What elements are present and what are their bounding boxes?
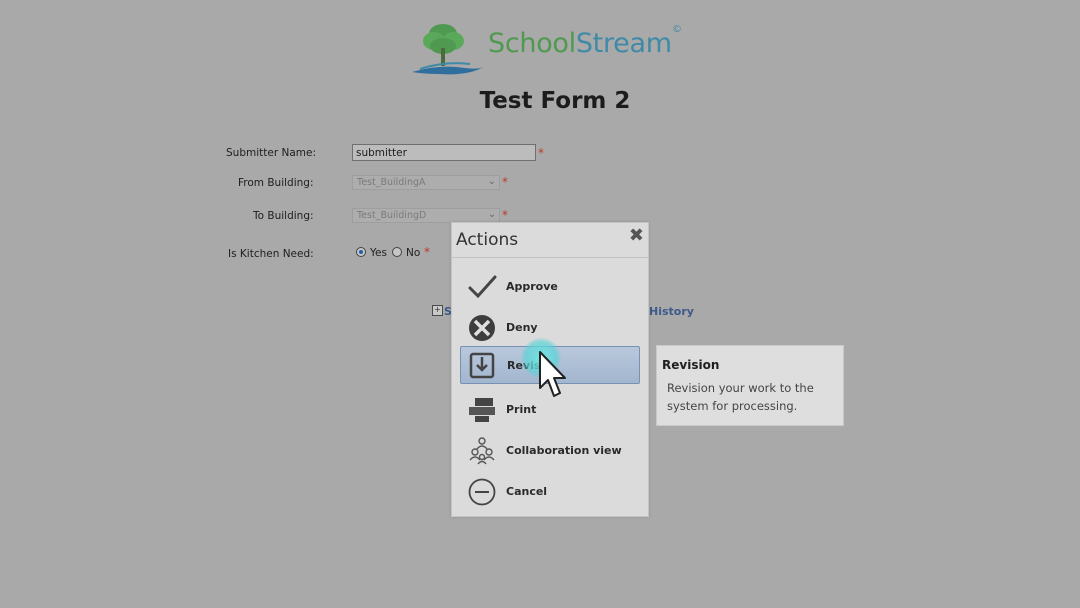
actions-dialog-header: Actions ✖ [452, 223, 648, 258]
brand-stream: Stream [575, 28, 672, 59]
mouse-cursor-icon [539, 351, 566, 397]
revision-tooltip: Revision Revision your work to the syste… [656, 345, 844, 426]
action-collaboration-view[interactable]: Collaboration view [460, 432, 640, 470]
chevron-down-icon: ⌄ [487, 209, 496, 220]
action-approve[interactable]: Approve [460, 268, 640, 306]
to-building-label: To Building: [253, 210, 314, 222]
required-marker: * [538, 146, 544, 160]
history-link[interactable]: History [649, 305, 694, 318]
cancel-circle-icon [468, 478, 496, 506]
brand-name: SchoolStream © [488, 24, 682, 59]
action-cancel[interactable]: Cancel [460, 473, 640, 511]
kitchen-need-label: Is Kitchen Need: [228, 248, 314, 260]
chevron-down-icon: ⌄ [487, 176, 496, 187]
actions-dialog-title: Actions [456, 230, 519, 250]
tree-logo-icon [412, 24, 485, 75]
close-icon[interactable]: ✖ [629, 225, 644, 246]
action-print-label: Print [506, 403, 537, 416]
kitchen-no-radio[interactable] [392, 247, 402, 257]
collaboration-icon [469, 437, 495, 465]
deny-x-circle-icon [469, 315, 495, 341]
kitchen-yes-radio[interactable] [356, 247, 366, 257]
required-marker: * [424, 245, 430, 259]
required-marker: * [502, 208, 508, 222]
action-deny-label: Deny [506, 321, 538, 334]
revision-icon [469, 352, 495, 379]
from-building-select[interactable]: Test_BuildingA ⌄ [352, 175, 500, 190]
schoolstream-logo: SchoolStream © [410, 14, 700, 78]
check-icon [468, 275, 497, 299]
tooltip-body: Revision your work to the system for pro… [667, 381, 814, 413]
brand-school: School [488, 28, 576, 59]
submitter-name-input[interactable] [352, 144, 536, 161]
tooltip-title: Revision [662, 358, 720, 372]
kitchen-no-label: No [406, 247, 421, 259]
submitter-name-label: Submitter Name: [226, 147, 316, 159]
required-marker: * [502, 175, 508, 189]
kitchen-yes-label: Yes [370, 247, 387, 259]
action-collaboration-label: Collaboration view [506, 444, 622, 457]
from-building-label: From Building: [238, 177, 314, 189]
action-approve-label: Approve [506, 280, 558, 293]
expand-plus-icon[interactable]: + [432, 305, 443, 316]
from-building-value: Test_BuildingA [357, 177, 426, 188]
to-building-value: Test_BuildingD [357, 210, 427, 221]
print-icon [469, 398, 495, 422]
to-building-select[interactable]: Test_BuildingD ⌄ [352, 208, 500, 223]
brand-mark: © [672, 24, 682, 35]
page-title: Test Form 2 [479, 88, 631, 114]
action-cancel-label: Cancel [506, 485, 548, 498]
